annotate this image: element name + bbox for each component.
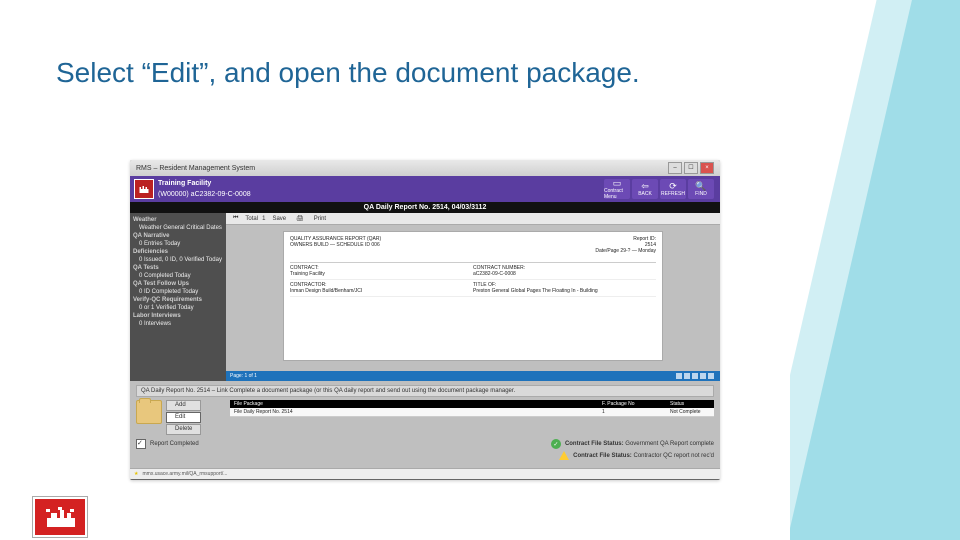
status2-value: Contractor QC report not rec'd <box>632 453 714 459</box>
find-label: FIND <box>695 191 707 197</box>
sidebar: Weather Weather General Critical Dates Q… <box>130 213 226 381</box>
header-contract: (W00000) aC2382-09-C-0008 <box>158 189 598 200</box>
table-cell: Not Complete <box>666 408 714 416</box>
sidebar-item[interactable]: 0 Entries Today <box>139 241 223 247</box>
doc-title2: OWNERS BUILD — SCHEDULE ID 006 <box>290 242 595 248</box>
header-title-block: Training Facility (W00000) aC2382-09-C-0… <box>158 178 598 200</box>
refresh-label: REFRESH <box>661 191 685 197</box>
window-title: RMS – Resident Management System <box>136 165 255 172</box>
doc-cell: Preston General Global Pages The Floatin… <box>473 288 598 294</box>
sidebar-section-labor[interactable]: Labor Interviews <box>133 313 223 319</box>
table-header: File Package <box>230 400 598 408</box>
sidebar-item[interactable]: 0 or 1 Verified Today <box>139 305 223 311</box>
nav-next-icon[interactable] <box>692 373 698 379</box>
back-button[interactable]: ⇦BACK <box>632 179 658 199</box>
search-icon: 🔍 <box>695 182 706 191</box>
save-tool[interactable]: Save <box>269 216 289 222</box>
contract-menu-button[interactable]: ▭Contract Menu <box>604 179 630 199</box>
slide-heading: Select “Edit”, and open the document pac… <box>56 56 760 90</box>
clipboard-icon: ▭ <box>613 179 622 188</box>
sidebar-item[interactable]: 0 Issued, 0 ID, 0 Verified Today <box>139 257 223 263</box>
delete-button[interactable]: Delete <box>166 424 201 435</box>
doc-cell: aC2382-09-C-0008 <box>473 271 516 277</box>
first-page-icon[interactable]: ⏮ <box>230 215 241 222</box>
nav-prev-icon[interactable] <box>684 373 690 379</box>
sidebar-section-qatests[interactable]: QA Tests <box>133 265 223 271</box>
printer-icon[interactable]: 🖨 <box>293 215 307 222</box>
table-header: F. Package No <box>598 400 666 408</box>
sidebar-section-weather[interactable]: Weather <box>133 217 223 223</box>
back-label: BACK <box>638 191 652 197</box>
page-indicator: Page: 1 of 1 <box>226 373 257 379</box>
report-completed-checkbox[interactable] <box>136 439 146 449</box>
sidebar-section-qanarrative[interactable]: QA Narrative <box>133 233 223 239</box>
pagination-bar: Page: 1 of 1 <box>226 371 720 381</box>
bottom-section: QA Daily Report No. 2514 – Link Complete… <box>130 381 720 468</box>
maximize-button[interactable]: ☐ <box>684 162 698 174</box>
contract-menu-label: Contract Menu <box>604 188 630 200</box>
usace-logo-small <box>134 179 154 199</box>
minimize-button[interactable]: – <box>668 162 682 174</box>
refresh-icon: ⟳ <box>669 182 677 191</box>
star-icon: ★ <box>134 471 138 477</box>
print-toolbar: ⏮ Total 1 Save 🖨 Print <box>226 213 720 225</box>
report-completed-label: Report Completed <box>150 441 199 447</box>
table-row[interactable]: File Daily Report No. 2514 1 Not Complet… <box>230 408 714 417</box>
status1-label: Contract File Status: <box>565 441 624 447</box>
report-title-bar: QA Daily Report No. 2514, 04/03/3112 <box>130 202 720 213</box>
back-icon: ⇦ <box>641 182 649 191</box>
sidebar-item[interactable]: 0 Completed Today <box>139 273 223 279</box>
sidebar-section-verifyqc[interactable]: Verify-QC Requirements <box>133 297 223 303</box>
table-header: Status <box>666 400 714 408</box>
sidebar-section-deficiencies[interactable]: Deficiencies <box>133 249 223 255</box>
table-cell: 1 <box>598 408 666 416</box>
app-header: Training Facility (W00000) aC2382-09-C-0… <box>130 176 720 202</box>
print-tool[interactable]: Print <box>311 216 329 222</box>
status2-label: Contract File Status: <box>573 453 632 459</box>
total-value: 1 <box>262 216 265 222</box>
bottom-note: QA Daily Report No. 2514 – Link Complete… <box>136 385 714 397</box>
nav-last-icon[interactable] <box>700 373 706 379</box>
package-table: File Package F. Package No Status File D… <box>230 400 714 435</box>
nav-first-icon[interactable] <box>676 373 682 379</box>
sidebar-item[interactable]: 0 Interviews <box>139 321 223 327</box>
doc-cell: Training Facility <box>290 271 325 277</box>
header-facility: Training Facility <box>158 178 598 189</box>
window-titlebar: RMS – Resident Management System – ☐ × <box>130 160 720 176</box>
usace-logo <box>33 497 87 537</box>
table-cell: File Daily Report No. 2514 <box>230 408 598 416</box>
doc-right3: Date/Page 29-? — Monday <box>595 248 656 254</box>
sidebar-section-followups[interactable]: QA Test Follow Ups <box>133 281 223 287</box>
status-ok-icon: ✓ <box>551 439 561 449</box>
sidebar-item[interactable]: 0 ID Completed Today <box>139 289 223 295</box>
close-button[interactable]: × <box>700 162 714 174</box>
screenshot-window: RMS – Resident Management System – ☐ × T… <box>130 160 720 480</box>
folder-icon <box>136 400 162 424</box>
edit-button[interactable]: Edit <box>166 412 201 423</box>
sidebar-item[interactable]: Weather General Critical Dates <box>139 225 223 231</box>
total-label: Total <box>245 216 258 222</box>
url-text: mmx.usace.army.mil/QA_rmsupport/... <box>142 471 227 477</box>
document-preview-area: ⏮ Total 1 Save 🖨 Print QUALITY ASSURANCE… <box>226 213 720 381</box>
status1-value: Government QA Report complete <box>624 441 714 447</box>
status-warning-icon <box>559 451 569 460</box>
doc-cell: Inman Design Build/Benham/JCI <box>290 288 362 294</box>
add-button[interactable]: Add <box>166 400 201 411</box>
nav-zoom-icon[interactable] <box>708 373 714 379</box>
refresh-button[interactable]: ⟳REFRESH <box>660 179 686 199</box>
slide-decoration <box>790 0 960 540</box>
find-button[interactable]: 🔍FIND <box>688 179 714 199</box>
document-page: QUALITY ASSURANCE REPORT (QAR) OWNERS BU… <box>283 231 663 361</box>
status-url-bar: ★ mmx.usace.army.mil/QA_rmsupport/... <box>130 468 720 479</box>
